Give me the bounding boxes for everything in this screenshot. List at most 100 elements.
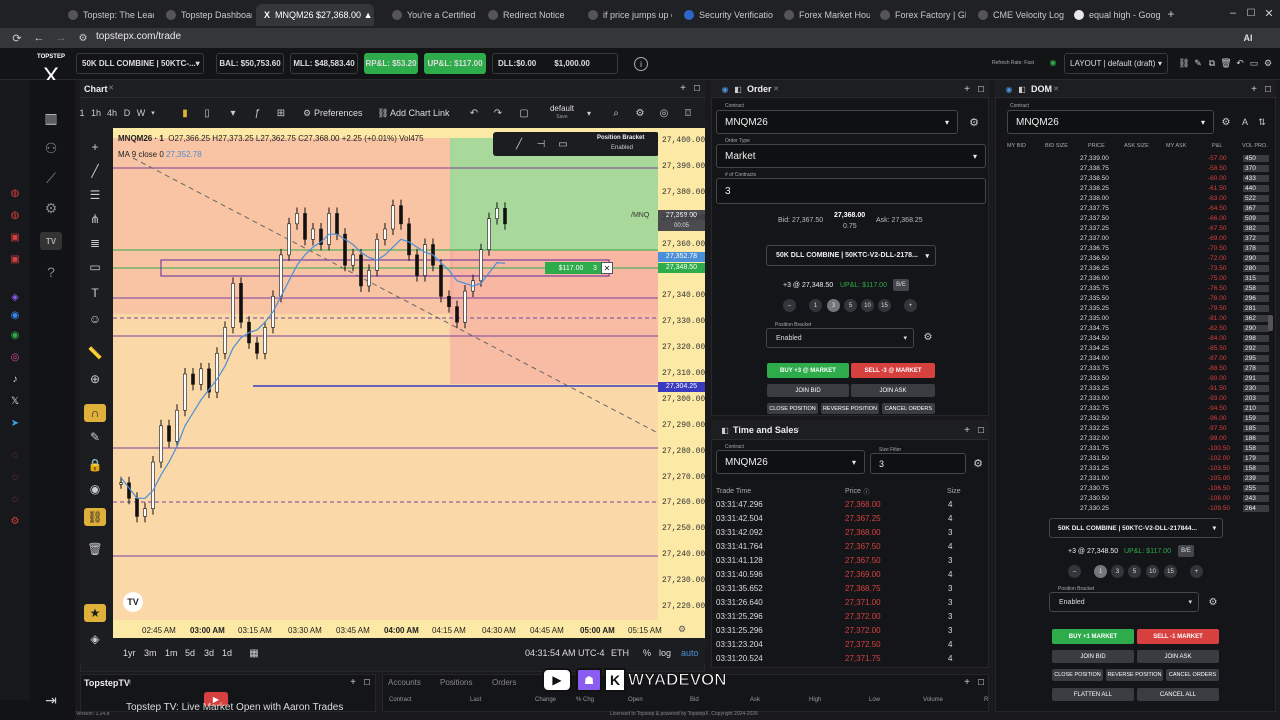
tiktok-icon[interactable]: ♪ (8, 372, 22, 386)
trend-line-icon[interactable]: ╱ (88, 164, 102, 178)
sidebar-app-icon[interactable]: ◍ (8, 186, 22, 200)
table-header[interactable]: % Chg (576, 697, 594, 703)
browser-tab[interactable]: Topstep: The Leadi (60, 4, 154, 26)
contracts-input[interactable]: 3 (716, 178, 986, 204)
horizontal-lines-icon[interactable]: ☰ (88, 188, 102, 202)
table-header[interactable]: Low (869, 697, 880, 703)
interval-button[interactable]: 4h (104, 107, 120, 119)
sidebar-settings-icon[interactable]: ⚙ (8, 514, 22, 528)
reverse-position-button[interactable]: REVERSE POSITION (821, 403, 879, 414)
search-icon[interactable]: ⌕ (610, 107, 622, 119)
dom-row[interactable]: 27,339.00 -57.00 450 (1003, 155, 1273, 163)
table-header[interactable]: Change (535, 697, 556, 703)
log-scale-toggle[interactable]: log (659, 648, 671, 658)
table-header[interactable]: Last (470, 697, 481, 703)
sidebar-app-icon[interactable]: ▣ (8, 252, 22, 266)
dom-row[interactable]: 27,332.75 -94.50 210 (1003, 405, 1273, 413)
browser-tab[interactable]: Forex Factory | Glo (872, 4, 966, 26)
browser-tab[interactable]: Redirect Notice (480, 4, 576, 26)
interval-1m-button[interactable]: 1 (76, 107, 88, 119)
gear-icon[interactable]: ⚙ (302, 107, 312, 119)
close-window-icon[interactable]: ✕ (1262, 6, 1276, 20)
qty-increment-button[interactable]: + (1190, 565, 1203, 578)
dom-row[interactable]: 27,336.75 -70.50 378 (1003, 245, 1273, 253)
topstep-tv-video-title[interactable]: Topstep TV: Live Market Open with Aaron … (126, 702, 374, 713)
favorite-star-icon[interactable]: ★ (84, 604, 106, 622)
dom-join-ask-button[interactable]: JOIN ASK (1137, 650, 1219, 663)
close-icon[interactable]: ✕ (792, 425, 802, 435)
maximize-panel-icon[interactable]: ☐ (976, 677, 986, 687)
tab-orders[interactable]: Orders (492, 678, 516, 687)
site-info-icon[interactable]: ⚙ (76, 31, 90, 45)
dom-row[interactable]: 27,335.25 -79.50 281 (1003, 305, 1273, 313)
maximize-panel-icon[interactable]: ☐ (976, 84, 986, 94)
add-panel-icon[interactable]: + (962, 425, 972, 436)
table-header[interactable]: Volume (923, 697, 943, 703)
dom-row[interactable]: 27,332.00 -99.00 186 (1003, 435, 1273, 443)
dom-row[interactable]: 27,337.50 -66.00 509 (1003, 215, 1273, 223)
close-icon[interactable]: ✕ (771, 84, 781, 94)
qty-increment-button[interactable]: + (904, 299, 917, 312)
dom-row[interactable]: 27,331.25 -103.50 158 (1003, 465, 1273, 473)
buy-market-button[interactable]: BUY +3 @ MARKET (767, 363, 849, 378)
order-contract-select[interactable]: MNQM26 ▾ (716, 110, 958, 134)
table-header[interactable]: High (809, 697, 821, 703)
stats-icon[interactable]: ⟋ (38, 168, 64, 188)
info-icon[interactable]: i (634, 57, 648, 71)
tas-header-size[interactable]: Size (947, 488, 961, 495)
eye-icon[interactable]: ◉ (88, 482, 102, 496)
dom-row[interactable]: 27,338.50 -60.00 433 (1003, 175, 1273, 183)
center-icon[interactable]: ⇅ (1256, 116, 1268, 128)
calendar-icon[interactable]: ▦ (247, 647, 261, 659)
sidebar-app-icon[interactable]: ◌ (8, 492, 22, 506)
rectangle-icon[interactable]: ▭ (557, 138, 569, 150)
dom-reverse-position-button[interactable]: REVERSE POSITION (1106, 669, 1163, 681)
close-icon[interactable]: ✕ (1051, 84, 1061, 94)
qty-preset-button[interactable]: 10 (1146, 565, 1159, 578)
chart-plot-area[interactable]: MNQM26 · 1 O27,366.25 H27,373.25 L27,362… (113, 128, 658, 638)
qty-preset-button[interactable]: 15 (878, 299, 891, 312)
preferences-button[interactable]: Preferences (314, 108, 363, 118)
close-icon[interactable]: ✕ (124, 678, 134, 688)
tab-positions[interactable]: Positions (440, 678, 472, 687)
sidebar-app-icon[interactable]: ▣ (8, 230, 22, 244)
dom-row[interactable]: 27,331.50 -102.00 179 (1003, 455, 1273, 463)
position-bracket-select[interactable]: Enabled ▾ (766, 328, 914, 348)
size-filter-input[interactable]: 3 (870, 453, 966, 474)
dom-row[interactable]: 27,336.00 -75.00 315 (1003, 275, 1273, 283)
fib-icon[interactable]: ≣ (88, 236, 102, 250)
add-panel-icon[interactable]: + (962, 84, 972, 95)
join-ask-button[interactable]: JOIN ASK (851, 384, 935, 397)
pencil-icon[interactable]: ✎ (88, 430, 102, 444)
range-button[interactable]: 3d (204, 648, 214, 658)
bracket-settings-icon[interactable]: ⚙ (922, 331, 934, 343)
lock-icon[interactable]: 🔒 (88, 458, 103, 472)
instagram-icon[interactable]: ◎ (8, 350, 22, 364)
maximize-panel-icon[interactable]: ☐ (976, 425, 986, 435)
dom-close-position-button[interactable]: CLOSE POSITION (1052, 669, 1103, 681)
ai-icon[interactable]: AI (1238, 31, 1258, 45)
tas-settings-icon[interactable]: ⚙ (971, 456, 985, 470)
dom-settings-icon[interactable]: ⚙ (1220, 116, 1232, 128)
telegram-icon[interactable]: ➤ (8, 416, 22, 430)
bar-type-icon[interactable]: ▯ (200, 107, 214, 119)
dom-row[interactable]: 27,334.00 -87.00 295 (1003, 355, 1273, 363)
tas-header-time[interactable]: Trade Time (716, 488, 751, 495)
cancel-orders-button[interactable]: CANCEL ORDERS (882, 403, 935, 414)
emoji-icon[interactable]: ☺ (88, 312, 102, 326)
candles-icon[interactable]: ▮ (178, 107, 192, 119)
bracket-icon[interactable]: ⊣ (535, 138, 547, 150)
minimize-icon[interactable]: – (1226, 6, 1240, 20)
qty-preset-button[interactable]: 15 (1164, 565, 1177, 578)
crosshair-icon[interactable]: + (88, 140, 102, 154)
order-account-select[interactable]: 50K DLL COMBINE | 50KTC-V2-DLL-2178... ▾ (766, 245, 936, 266)
dom-row[interactable]: 27,336.25 -73.50 280 (1003, 265, 1273, 273)
maximize-panel-icon[interactable]: ☐ (692, 83, 702, 93)
dom-row[interactable]: 27,337.25 -67.50 382 (1003, 225, 1273, 233)
undo-icon[interactable]: ↶ (468, 107, 480, 119)
whatsapp-icon[interactable]: ◉ (8, 328, 22, 342)
link-icon[interactable]: ⛓ (377, 107, 388, 119)
layout-selector[interactable]: LAYOUT | default (draft) ▾ (1064, 53, 1168, 74)
account-selector[interactable]: 50K DLL COMBINE | 50KTC-... ▾ (76, 53, 204, 74)
add-panel-icon[interactable]: + (962, 677, 972, 688)
